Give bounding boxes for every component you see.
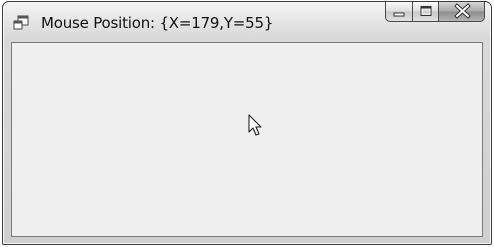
minimize-button[interactable] — [385, 2, 412, 22]
app-icon[interactable] — [13, 15, 29, 31]
close-icon — [454, 3, 471, 19]
close-button[interactable] — [438, 2, 485, 22]
title-bar[interactable]: Mouse Position: {X=179,Y=55} — [3, 2, 491, 42]
mouse-pointer-icon — [248, 114, 262, 136]
window-title: Mouse Position: {X=179,Y=55} — [41, 14, 274, 32]
client-area[interactable] — [11, 42, 483, 237]
main-window: Mouse Position: {X=179,Y=55} — [2, 1, 492, 245]
minimize-icon — [393, 12, 405, 17]
maximize-icon — [420, 6, 432, 16]
maximize-button[interactable] — [412, 2, 438, 22]
caption-buttons — [385, 2, 485, 23]
